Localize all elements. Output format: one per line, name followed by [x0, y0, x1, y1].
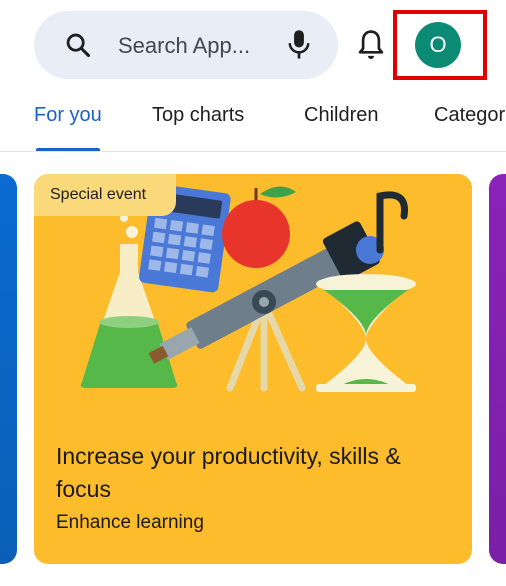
- tab-children[interactable]: Children: [304, 104, 378, 127]
- tab-categories[interactable]: Categor: [434, 104, 505, 127]
- featured-card[interactable]: Special event Increase your productivity…: [34, 174, 472, 564]
- tab-divider: [0, 151, 506, 152]
- search-bar[interactable]: Search App...: [34, 11, 338, 79]
- search-input[interactable]: Search App...: [118, 33, 250, 59]
- next-card[interactable]: [489, 174, 506, 564]
- search-icon: [64, 31, 92, 64]
- featured-card-subtitle: Enhance learning: [56, 512, 204, 533]
- mic-icon[interactable]: [286, 29, 312, 66]
- previous-card[interactable]: [0, 174, 17, 564]
- avatar[interactable]: O: [415, 22, 461, 68]
- special-event-badge: Special event: [34, 174, 176, 216]
- bell-icon[interactable]: [356, 28, 386, 67]
- tab-top-charts[interactable]: Top charts: [152, 104, 244, 127]
- featured-card-title: Increase your productivity, skills & foc…: [56, 443, 401, 502]
- tab-for-you[interactable]: For you: [34, 104, 102, 127]
